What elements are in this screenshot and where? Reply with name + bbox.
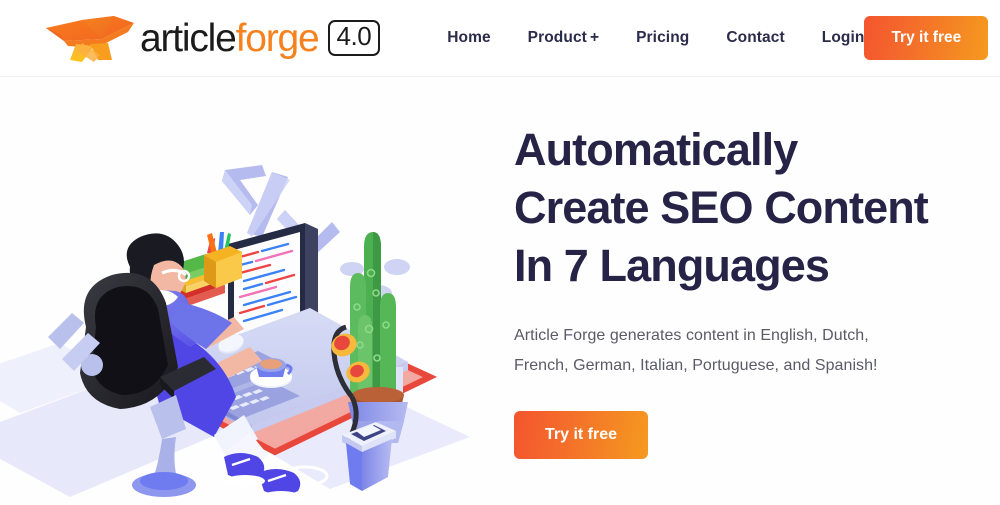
nav-label-login: Login — [821, 29, 865, 46]
nav-item-home[interactable]: Home — [447, 29, 490, 47]
hero-illustration — [0, 77, 500, 505]
brand-logo[interactable]: articleforge 4.0 — [42, 10, 381, 66]
waste-bin — [342, 422, 396, 491]
nav-item-contact[interactable]: Contact — [726, 29, 784, 47]
plus-icon: + — [589, 29, 600, 46]
hero-copy: Automatically Create SEO Content In 7 La… — [514, 121, 964, 459]
hero-subtitle: Article Forge generates content in Engli… — [514, 327, 878, 374]
brand-name-forge: forge — [235, 16, 320, 60]
header-try-it-free-button[interactable]: Try it free — [864, 16, 989, 60]
nav-label-pricing: Pricing — [636, 29, 690, 46]
landing-page: articleforge 4.0 Home Product + Pricing C… — [0, 0, 1000, 505]
nav-item-pricing[interactable]: Pricing — [636, 29, 689, 47]
hero-title-line-2: Create SEO Content — [514, 182, 929, 233]
site-header: articleforge 4.0 Home Product + Pricing C… — [0, 0, 1000, 77]
nav-label-product: Product — [527, 29, 587, 46]
brand-wordmark: articleforge — [140, 16, 320, 60]
version-badge: 4.0 — [327, 20, 381, 56]
nav-item-login[interactable]: Login — [822, 29, 865, 47]
nav-item-product[interactable]: Product + — [528, 29, 599, 47]
hero-title-line-1: Automatically — [514, 124, 798, 175]
nav-label-home: Home — [447, 29, 491, 46]
hero-try-it-free-button[interactable]: Try it free — [514, 411, 649, 459]
hero-section: Automatically Create SEO Content In 7 La… — [0, 77, 1000, 505]
hero-title: Automatically Create SEO Content In 7 La… — [514, 121, 964, 295]
brand-name-article: article — [140, 16, 237, 60]
pencil-cup — [204, 232, 242, 288]
anvil-origami-icon — [42, 10, 138, 66]
main-navigation: Home Product + Pricing Contact Login — [447, 29, 864, 47]
hero-title-line-3: In 7 Languages — [514, 240, 830, 291]
nav-label-contact: Contact — [726, 29, 785, 46]
